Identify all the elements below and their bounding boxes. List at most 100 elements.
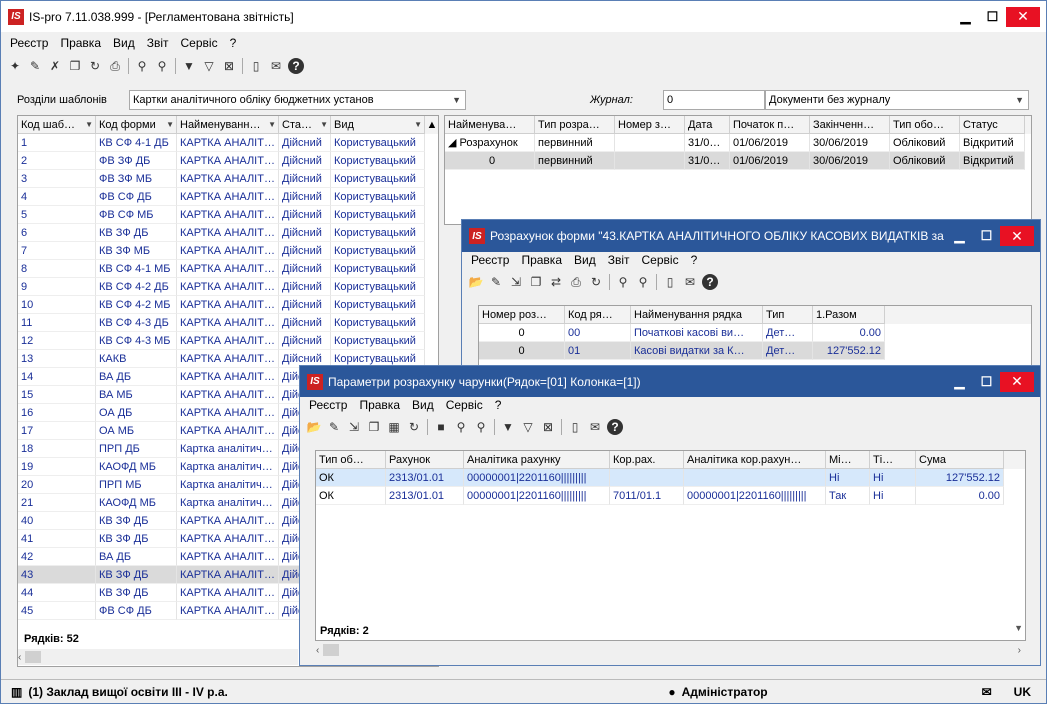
- table-row[interactable]: 0 первинний 31/0… 01/06/2019 30/06/2019 Облік…: [445, 152, 1031, 170]
- table-row[interactable]: 3 ФВ ЗФ МБ КАРТКА АНАЛІТИ… Дійсний Користува…: [18, 170, 438, 188]
- filter-clear-icon[interactable]: ⊠: [538, 417, 558, 437]
- table-row[interactable]: 0 00 Початкові касові ви… Дет… 0.00: [479, 324, 1031, 342]
- col-header[interactable]: Рахунок: [386, 451, 464, 469]
- help-icon[interactable]: ?: [607, 419, 623, 435]
- copy-icon[interactable]: ❐: [65, 56, 85, 76]
- templates-hscroll[interactable]: ‹: [18, 649, 298, 665]
- col-header[interactable]: Ті…: [870, 451, 916, 469]
- col-header[interactable]: Найменування рядка: [631, 306, 763, 324]
- stack-icon[interactable]: ▦: [384, 417, 404, 437]
- col-header[interactable]: Тип: [763, 306, 813, 324]
- col-header[interactable]: Сума: [916, 451, 1004, 469]
- templates-select[interactable]: Картки аналітичного обліку бюджетних уст…: [129, 90, 466, 110]
- menu-registry[interactable]: Реєстр: [309, 398, 347, 412]
- menu-edit[interactable]: Правка: [521, 253, 562, 267]
- search-icon[interactable]: ⚲: [451, 417, 471, 437]
- col-header[interactable]: Мі…: [826, 451, 870, 469]
- scroll-down-icon[interactable]: ▼: [1014, 623, 1023, 633]
- open-icon[interactable]: 📂: [304, 417, 324, 437]
- col-header[interactable]: Статус: [960, 116, 1025, 134]
- journal-select[interactable]: Документи без журналу ▼: [765, 90, 1029, 110]
- minimize-icon[interactable]: ▁: [952, 7, 979, 27]
- search-next-icon[interactable]: ⚲: [471, 417, 491, 437]
- refresh-icon[interactable]: ↻: [404, 417, 424, 437]
- table-row[interactable]: 6 КВ ЗФ ДБ КАРТКА АНАЛІТИ… Дійсний Користува…: [18, 224, 438, 242]
- table-row[interactable]: 9 КВ СФ 4-2 ДБ КАРТКА АНАЛІТИ… Дійсний Корис…: [18, 278, 438, 296]
- col-header[interactable]: Початок п…: [730, 116, 810, 134]
- document-icon[interactable]: ▯: [246, 56, 266, 76]
- maximize-icon[interactable]: ☐: [973, 226, 1000, 246]
- menu-help[interactable]: ?: [230, 36, 237, 50]
- scroll-thumb[interactable]: [25, 651, 42, 663]
- menu-help[interactable]: ?: [691, 253, 698, 267]
- table-row[interactable]: 2 ФВ ЗФ ДБ КАРТКА АНАЛІТИ… Дійсний Користува…: [18, 152, 438, 170]
- menu-edit[interactable]: Правка: [359, 398, 400, 412]
- menu-report[interactable]: Звіт: [147, 36, 169, 50]
- menu-service[interactable]: Сервіс: [642, 253, 679, 267]
- table-row[interactable]: 4 ФВ СФ ДБ КАРТКА АНАЛІТИ… Дійсний Користува…: [18, 188, 438, 206]
- table-row[interactable]: 7 КВ ЗФ МБ КАРТКА АНАЛІТИ… Дійсний Користува…: [18, 242, 438, 260]
- col-header[interactable]: Номер розділу: [479, 306, 565, 324]
- col-header[interactable]: Тип розрах…: [535, 116, 615, 134]
- mail-icon[interactable]: ✉: [585, 417, 605, 437]
- col-header[interactable]: Дата: [685, 116, 730, 134]
- copy-icon[interactable]: ❐: [364, 417, 384, 437]
- table-row[interactable]: ОК 2313/01.01 00000001|2201160||||||||| 701…: [316, 487, 1025, 505]
- scroll-thumb[interactable]: [323, 644, 340, 656]
- maximize-icon[interactable]: ☐: [973, 372, 1000, 392]
- filter-advanced-icon[interactable]: ▽: [518, 417, 538, 437]
- filter-advanced-icon[interactable]: ▽: [199, 56, 219, 76]
- copy-icon[interactable]: ❐: [526, 272, 546, 292]
- delete-icon[interactable]: ✗: [45, 56, 65, 76]
- edit-icon[interactable]: ✎: [25, 56, 45, 76]
- minimize-icon[interactable]: ▁: [946, 372, 973, 392]
- print-icon[interactable]: ⎙: [105, 56, 125, 76]
- filter-icon[interactable]: ▼: [498, 417, 518, 437]
- col-header[interactable]: Код рядка: [565, 306, 631, 324]
- scroll-up-icon[interactable]: ▲: [425, 116, 438, 134]
- refresh-icon[interactable]: ↻: [85, 56, 105, 76]
- col-header[interactable]: Вид ▼: [331, 116, 425, 134]
- refresh-icon[interactable]: ↻: [586, 272, 606, 292]
- table-row[interactable]: 10 КВ СФ 4-2 МБ КАРТКА АНАЛІТИ… Дійсний Кори…: [18, 296, 438, 314]
- move-icon[interactable]: ⇲: [506, 272, 526, 292]
- mail-icon[interactable]: ✉: [982, 685, 992, 699]
- menu-view[interactable]: Вид: [412, 398, 434, 412]
- col-header[interactable]: Тип об…: [316, 451, 386, 469]
- table-row[interactable]: 8 КВ СФ 4-1 МБ КАРТКА АНАЛІТИ… Дійсний Корис…: [18, 260, 438, 278]
- help-icon[interactable]: ?: [288, 58, 304, 74]
- edit-icon[interactable]: ✎: [324, 417, 344, 437]
- col-header[interactable]: Тип обор…: [890, 116, 960, 134]
- open-icon[interactable]: 📂: [466, 272, 486, 292]
- mail-icon[interactable]: ✉: [680, 272, 700, 292]
- menu-registry[interactable]: Реєстр: [471, 253, 509, 267]
- close-icon[interactable]: ✕: [1006, 6, 1040, 27]
- journal-number-input[interactable]: 0: [663, 90, 765, 110]
- search-icon[interactable]: ⚲: [132, 56, 152, 76]
- move-icon[interactable]: ⇲: [344, 417, 364, 437]
- help-icon[interactable]: ?: [702, 274, 718, 290]
- menu-help[interactable]: ?: [495, 398, 502, 412]
- col-header[interactable]: Найменуванн… ▼: [177, 116, 279, 134]
- search-icon[interactable]: ⚲: [613, 272, 633, 292]
- col-header[interactable]: Код шаб… ▼: [18, 116, 96, 134]
- menu-service[interactable]: Сервіс: [446, 398, 483, 412]
- menu-view[interactable]: Вид: [574, 253, 596, 267]
- table-row[interactable]: 5 ФВ СФ МБ КАРТКА АНАЛІТИ… Дійсний Користува…: [18, 206, 438, 224]
- document-icon[interactable]: ▯: [660, 272, 680, 292]
- filter-icon[interactable]: ▼: [179, 56, 199, 76]
- filter-clear-icon[interactable]: ⊠: [219, 56, 239, 76]
- col-header[interactable]: Кор.рах.: [610, 451, 684, 469]
- status-language[interactable]: UK: [1014, 685, 1031, 699]
- table-row[interactable]: 0 01 Касові видатки за К… Дет… 127'552.12: [479, 342, 1031, 360]
- table-row[interactable]: ◢ Розрахунок первинний 31/0… 01/06/2019 30/0…: [445, 134, 1031, 152]
- params-hscroll[interactable]: ‹ ›: [316, 642, 1025, 658]
- mail-icon[interactable]: ✉: [266, 56, 286, 76]
- col-header[interactable]: Аналітика рахунку: [464, 451, 610, 469]
- search-next-icon[interactable]: ⚲: [152, 56, 172, 76]
- maximize-icon[interactable]: ☐: [979, 7, 1006, 27]
- col-header[interactable]: Закінчення…: [810, 116, 890, 134]
- col-header[interactable]: 1.Разом: [813, 306, 885, 324]
- chevron-left-icon[interactable]: ‹: [316, 645, 319, 656]
- table-row[interactable]: 11 КВ СФ 4-3 ДБ КАРТКА АНАЛІТИ… Дійсний Кори…: [18, 314, 438, 332]
